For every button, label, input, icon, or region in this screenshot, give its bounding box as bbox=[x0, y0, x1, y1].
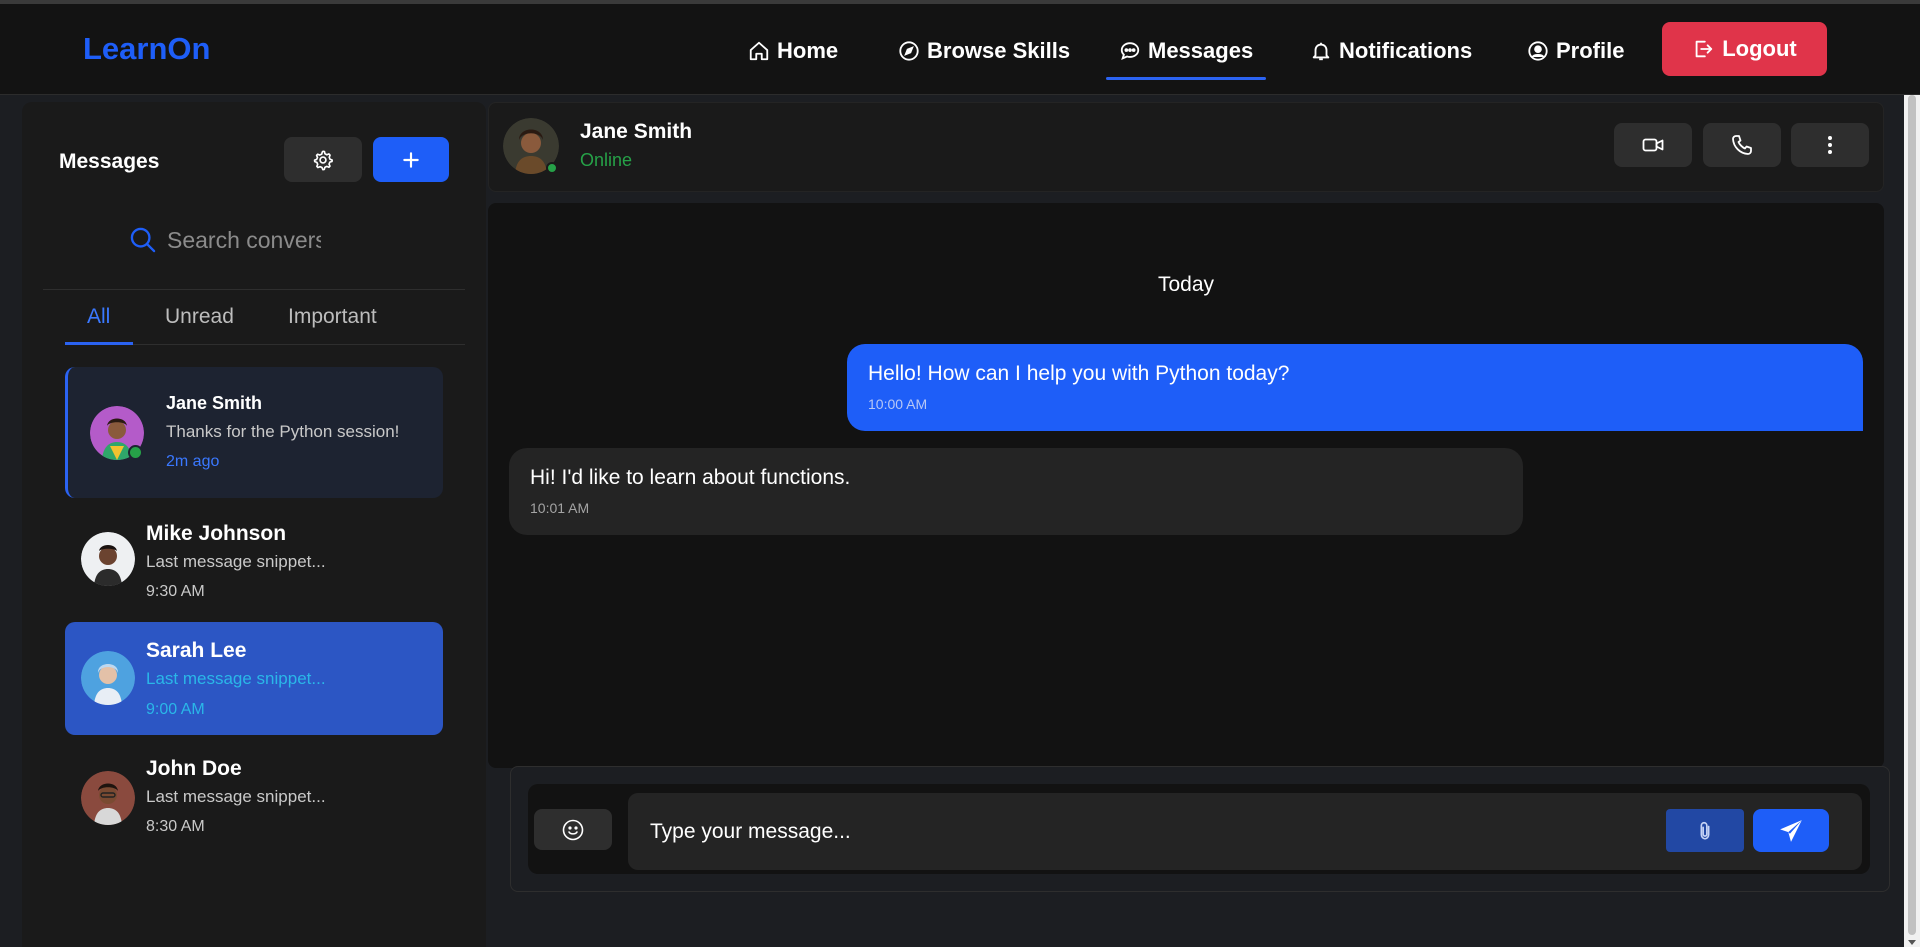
nav-home-label: Home bbox=[777, 38, 839, 63]
user-circle-icon bbox=[1528, 41, 1548, 61]
nav-profile[interactable]: Profile bbox=[1527, 34, 1624, 68]
nav-browse-skills[interactable]: Browse Skills bbox=[898, 34, 1070, 68]
logout-icon bbox=[1695, 40, 1713, 58]
gear-icon bbox=[313, 149, 333, 170]
chat-icon bbox=[1120, 42, 1140, 60]
avatar bbox=[81, 651, 135, 705]
emoji-button[interactable] bbox=[534, 809, 612, 850]
attach-file-button[interactable] bbox=[1666, 809, 1744, 852]
nav-profile-label: Profile bbox=[1556, 38, 1625, 63]
conversation-snippet: Last message snippet... bbox=[146, 552, 326, 571]
message-text: Hello! How can I help you with Python to… bbox=[868, 362, 1290, 385]
sidebar-divider bbox=[43, 289, 465, 290]
nav-home[interactable]: Home bbox=[748, 34, 838, 68]
plus-icon bbox=[403, 151, 419, 168]
search-input[interactable] bbox=[167, 223, 321, 257]
conversation-item-mike-johnson[interactable]: Mike Johnson Last message snippet... 9:3… bbox=[65, 512, 443, 612]
sidebar-title: Messages bbox=[59, 150, 160, 173]
new-conversation-button[interactable] bbox=[373, 137, 449, 182]
conversation-time: 2m ago bbox=[166, 453, 220, 470]
home-icon bbox=[749, 41, 769, 61]
tab-important[interactable]: Important bbox=[288, 305, 377, 329]
compass-icon bbox=[899, 41, 919, 61]
conversation-item-jane-smith[interactable]: Jane Smith Thanks for the Python session… bbox=[65, 367, 443, 498]
video-call-button[interactable] bbox=[1614, 123, 1692, 167]
smiley-icon bbox=[562, 819, 584, 840]
nav-notifications-label: Notifications bbox=[1339, 38, 1473, 63]
conversation-name: Mike Johnson bbox=[146, 522, 287, 545]
more-vertical-icon bbox=[1828, 136, 1832, 154]
conversation-time: 9:30 AM bbox=[146, 583, 205, 600]
logout-button[interactable]: Logout bbox=[1662, 22, 1827, 76]
more-options-button[interactable] bbox=[1791, 123, 1869, 167]
message-text: Hi! I'd like to learn about functions. bbox=[530, 466, 851, 489]
conversation-snippet: Last message snippet... bbox=[146, 669, 326, 688]
conversation-item-john-doe[interactable]: John Doe Last message snippet... 8:30 AM bbox=[65, 747, 443, 847]
scrollbar-thumb[interactable] bbox=[1908, 95, 1916, 935]
contact-name: Jane Smith bbox=[580, 120, 693, 143]
conversations-sidebar: Messages All Unread Important Jane Smith… bbox=[22, 102, 486, 947]
settings-button[interactable] bbox=[284, 137, 362, 182]
nav-notifications[interactable]: Notifications bbox=[1310, 34, 1472, 68]
conversation-name: Sarah Lee bbox=[146, 639, 247, 662]
nav-messages[interactable]: Messages bbox=[1105, 34, 1267, 80]
search-icon bbox=[130, 227, 156, 253]
composer bbox=[528, 784, 1870, 874]
conversation-name: Jane Smith bbox=[166, 393, 263, 413]
conversation-time: 9:00 AM bbox=[146, 701, 205, 718]
video-camera-icon bbox=[1642, 138, 1664, 152]
send-icon bbox=[1780, 819, 1802, 842]
contact-online-indicator bbox=[546, 162, 558, 174]
conversation-item-sarah-lee[interactable]: Sarah Lee Last message snippet... 9:00 A… bbox=[65, 622, 443, 735]
top-navbar: LearnOn Home Browse Skills Messages Noti… bbox=[0, 4, 1920, 95]
composer-panel bbox=[510, 766, 1890, 892]
message-bubble-incoming[interactable]: Hi! I'd like to learn about functions. 1… bbox=[509, 448, 1523, 535]
avatar bbox=[81, 532, 135, 586]
app-logo[interactable]: LearnOn bbox=[83, 31, 210, 67]
conversation-name: John Doe bbox=[146, 757, 242, 780]
bell-icon bbox=[1312, 42, 1330, 61]
message-bubble-outgoing[interactable]: Hello! How can I help you with Python to… bbox=[847, 344, 1863, 431]
nav-browse-skills-label: Browse Skills bbox=[927, 38, 1071, 63]
message-input-wrapper bbox=[628, 793, 1862, 870]
logout-label: Logout bbox=[1722, 36, 1797, 61]
online-indicator bbox=[128, 445, 143, 460]
contact-status: Online bbox=[580, 150, 633, 170]
tab-unread[interactable]: Unread bbox=[165, 305, 234, 329]
send-button[interactable] bbox=[1753, 809, 1829, 852]
tab-all[interactable]: All bbox=[87, 305, 110, 329]
message-time: 10:01 AM bbox=[530, 500, 590, 516]
message-thread[interactable]: Today Hello! How can I help you with Pyt… bbox=[488, 203, 1884, 768]
scroll-down-arrow-icon[interactable] bbox=[1908, 940, 1916, 945]
phone-icon bbox=[1732, 135, 1752, 155]
message-input[interactable] bbox=[650, 815, 1670, 849]
voice-call-button[interactable] bbox=[1703, 123, 1781, 167]
day-separator: Today bbox=[1157, 273, 1215, 296]
message-time: 10:00 AM bbox=[868, 396, 928, 412]
tab-active-indicator bbox=[65, 342, 133, 345]
conversation-snippet: Thanks for the Python session! bbox=[166, 422, 400, 441]
conversation-snippet: Last message snippet... bbox=[146, 787, 326, 806]
conversation-time: 8:30 AM bbox=[146, 818, 205, 835]
chat-header: Jane Smith Online bbox=[488, 102, 1884, 192]
page-scrollbar[interactable] bbox=[1904, 95, 1920, 947]
nav-messages-label: Messages bbox=[1148, 38, 1254, 63]
paperclip-icon bbox=[1700, 821, 1710, 840]
avatar bbox=[81, 771, 135, 825]
search-bar bbox=[129, 222, 349, 258]
